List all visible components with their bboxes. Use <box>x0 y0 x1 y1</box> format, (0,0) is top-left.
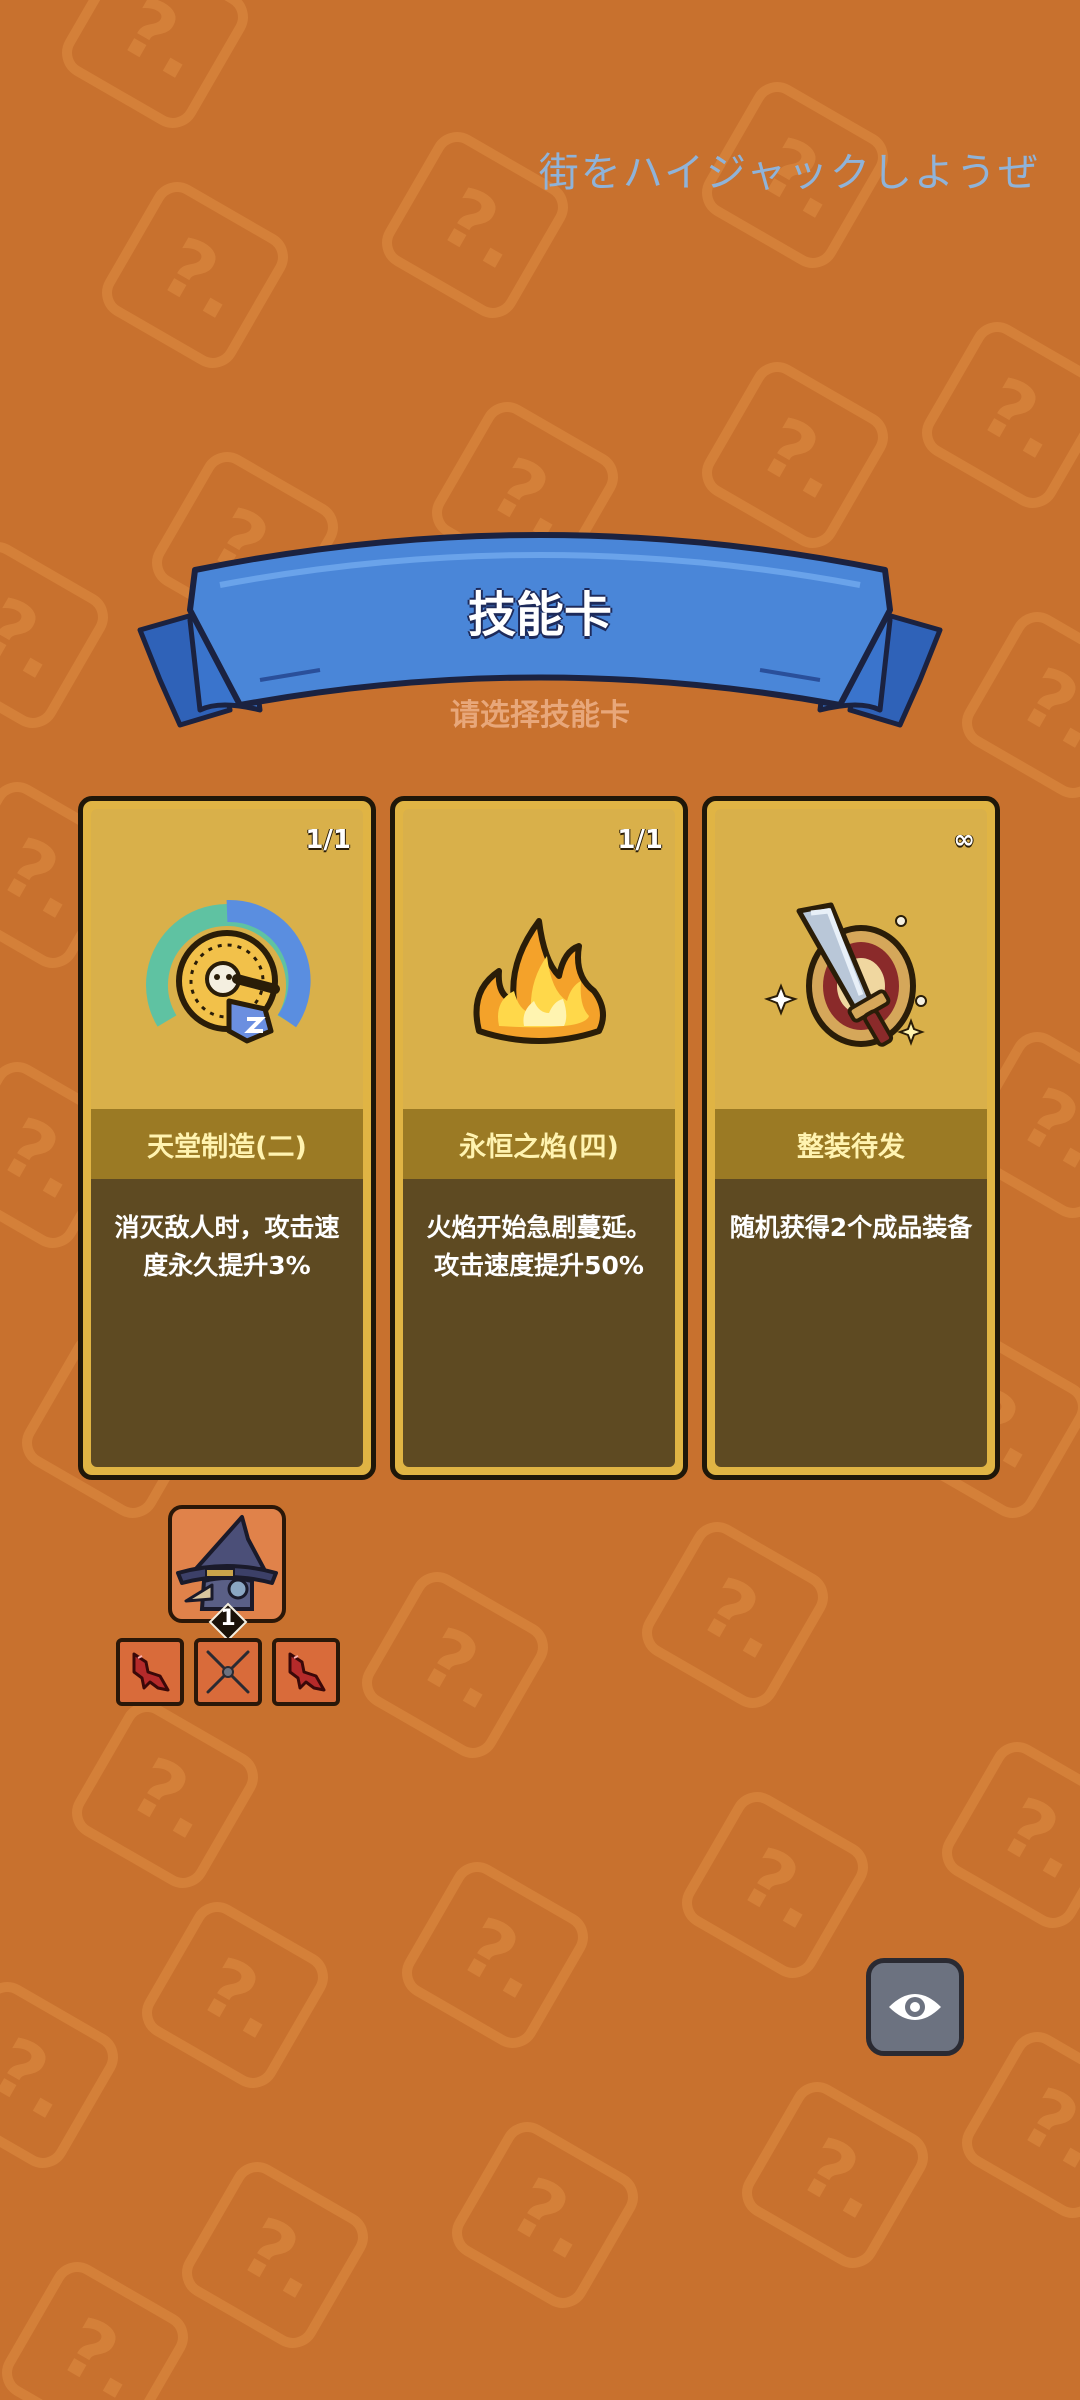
shuriken-icon <box>206 1650 250 1694</box>
hero-level-badge: 1 <box>208 1602 248 1642</box>
card-description: 火焰开始急剧蔓延。攻击速度提升50% <box>426 1213 652 1280</box>
sword-shield-icon <box>707 881 995 1081</box>
card-name-bar: 天堂制造(二) <box>91 1109 363 1179</box>
flame-icon <box>395 881 683 1081</box>
equipment-slot[interactable] <box>272 1638 340 1706</box>
card-count: 1/1 <box>617 825 663 855</box>
card-name: 整装待发 <box>797 1131 905 1163</box>
equipment-slot[interactable] <box>116 1638 184 1706</box>
skill-card-heaven-made[interactable]: 1/1 天堂制造(二) 消灭敌人时，攻击速度永久提升3% <box>78 796 376 1480</box>
red-claw-icon <box>288 1652 326 1692</box>
banner-subtitle: 请选择技能卡 <box>450 698 630 733</box>
card-description-box: 随机获得2个成品装备 <box>715 1179 987 1467</box>
card-count: 1/1 <box>305 825 351 855</box>
banner-title: 技能卡 <box>467 587 612 643</box>
card-name-bar: 永恒之焰(四) <box>403 1109 675 1179</box>
watermark-text: 街をハイジャックしようぜ <box>538 150 1040 196</box>
card-description-box: 消灭敌人时，攻击速度永久提升3% <box>91 1179 363 1467</box>
card-count: ∞ <box>953 825 975 855</box>
card-description-box: 火焰开始急剧蔓延。攻击速度提升50% <box>403 1179 675 1467</box>
eye-icon <box>889 1994 941 2020</box>
view-board-button[interactable] <box>866 1958 964 2056</box>
card-description: 消灭敌人时，攻击速度永久提升3% <box>114 1213 340 1280</box>
card-description: 随机获得2个成品装备 <box>729 1213 973 1242</box>
equipment-slot[interactable] <box>194 1638 262 1706</box>
card-name-bar: 整装待发 <box>715 1109 987 1179</box>
red-claw-icon <box>132 1652 170 1692</box>
speed-gauge-icon <box>83 881 371 1081</box>
card-name: 天堂制造(二) <box>147 1131 307 1163</box>
skill-card-ready-to-go[interactable]: ∞ 整装待发 随机获得2个成品装备 <box>702 796 1000 1480</box>
skill-card-eternal-flame[interactable]: 1/1 永恒之焰(四) 火焰开始急剧蔓延。攻击速度提升50% <box>390 796 688 1480</box>
hero-level: 1 <box>220 1606 236 1631</box>
skill-card-list: 1/1 天堂制造(二) 消灭敌人时，攻击速度永久提升3% 1/1 永恒之焰(四)… <box>78 796 1002 1480</box>
card-name: 永恒之焰(四) <box>459 1131 619 1163</box>
